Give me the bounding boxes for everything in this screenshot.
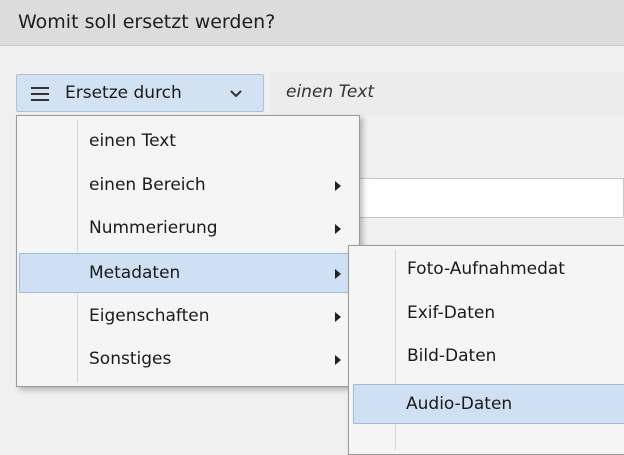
submenu-item-label: Exif-Daten: [407, 303, 496, 323]
metadata-submenu: Foto-Aufnahmedat Exif-Daten Bild-Daten A…: [348, 245, 624, 455]
submenu-arrow-icon: [335, 269, 341, 279]
submenu-arrow-icon: [335, 224, 341, 234]
menu-item-label: Metadaten: [89, 263, 181, 283]
background-input-field[interactable]: [355, 178, 624, 218]
replace-menu: einen Text einen Bereich Nummerierung Me…: [16, 115, 360, 387]
menu-item-label: Nummerierung: [89, 218, 218, 238]
menu-item-sonstiges[interactable]: Sonstiges: [19, 340, 357, 380]
chevron-down-icon: [230, 90, 242, 98]
submenu-item-audio-daten[interactable]: Audio-Daten: [353, 384, 624, 424]
dialog-header: Womit soll ersetzt werden?: [0, 0, 624, 46]
menu-item-metadaten[interactable]: Metadaten: [19, 253, 357, 293]
menu-item-label: einen Text: [89, 131, 176, 151]
submenu-item-label: Foto-Aufnahmedat: [407, 259, 565, 279]
menu-item-label: einen Bereich: [89, 175, 206, 195]
submenu-item-foto-aufnahmedaten[interactable]: Foto-Aufnahmedat: [351, 250, 624, 290]
submenu-item-label: Bild-Daten: [407, 346, 497, 366]
hamburger-icon: [31, 87, 49, 101]
dialog-title: Womit soll ersetzt werden?: [18, 11, 276, 33]
menu-item-nummerierung[interactable]: Nummerierung: [19, 209, 357, 249]
submenu-item-label: Audio-Daten: [406, 394, 513, 414]
submenu-item-bild-daten[interactable]: Bild-Daten: [351, 337, 624, 377]
current-replacement-value: einen Text: [286, 82, 375, 102]
submenu-arrow-icon: [335, 181, 341, 191]
menu-item-label: Eigenschaften: [89, 306, 210, 326]
submenu-arrow-icon: [335, 312, 341, 322]
menu-item-label: Sonstiges: [89, 349, 172, 369]
replace-with-button[interactable]: Ersetze durch: [16, 74, 264, 112]
submenu-arrow-icon: [335, 355, 341, 365]
menu-item-einen-text[interactable]: einen Text: [19, 122, 357, 162]
replace-with-label: Ersetze durch: [65, 83, 182, 103]
menu-item-einen-bereich[interactable]: einen Bereich: [19, 166, 357, 206]
submenu-item-exif-daten[interactable]: Exif-Daten: [351, 294, 624, 334]
menu-item-eigenschaften[interactable]: Eigenschaften: [19, 297, 357, 337]
